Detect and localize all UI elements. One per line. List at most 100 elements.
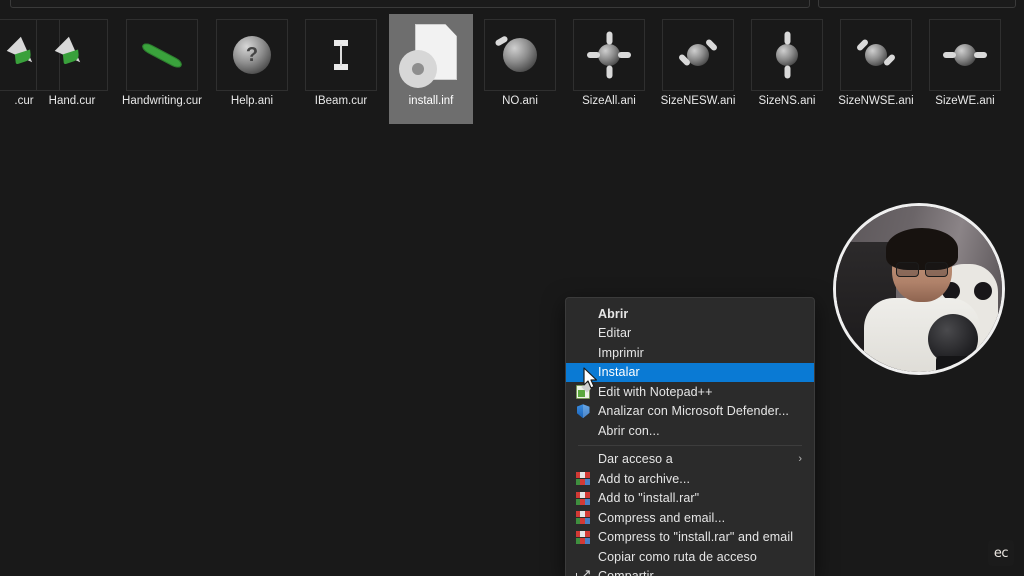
menu-item-label: Abrir bbox=[598, 306, 629, 321]
file-thumbnail bbox=[36, 19, 108, 91]
file-tile-handwriting-cur[interactable]: Handwriting.cur bbox=[120, 14, 204, 124]
menu-item-compress-to-install-rar-and-email[interactable]: Compress to "install.rar" and email bbox=[566, 528, 814, 548]
file-label: Help.ani bbox=[230, 95, 274, 107]
menu-item-icon bbox=[574, 423, 592, 439]
menu-item-icon bbox=[574, 306, 592, 322]
file-thumbnail bbox=[929, 19, 1001, 91]
menu-item-label: Copiar como ruta de acceso bbox=[598, 549, 757, 564]
menu-item-dar-acceso-a[interactable]: Dar acceso a › bbox=[566, 450, 814, 470]
explorer-address-bar[interactable] bbox=[10, 0, 810, 8]
file-label: SizeAll.ani bbox=[582, 95, 636, 107]
winrar-icon bbox=[576, 491, 590, 505]
file-thumbnail bbox=[126, 19, 198, 91]
setup-information-file-icon bbox=[403, 24, 459, 86]
webcam-person-glasses bbox=[896, 262, 948, 277]
file-tile-install-inf[interactable]: install.inf bbox=[389, 14, 473, 124]
file-tile-sizenwse-ani[interactable]: SizeNWSE.ani bbox=[834, 14, 918, 124]
file-label: SizeWE.ani bbox=[935, 95, 995, 107]
file-label: SizeNS.ani bbox=[758, 95, 816, 107]
menu-item-icon bbox=[574, 471, 592, 487]
file-label: IBeam.cur bbox=[314, 95, 368, 107]
file-label: Handwriting.cur bbox=[122, 95, 202, 107]
cursor-size-nesw-icon bbox=[677, 38, 719, 67]
file-label: Hand.cur bbox=[48, 95, 96, 107]
menu-item-icon bbox=[574, 529, 592, 545]
cursor-ibeam-icon bbox=[334, 40, 348, 70]
file-label: install.inf bbox=[408, 95, 454, 107]
file-tile-help-ani[interactable]: ? Help.ani bbox=[210, 14, 294, 124]
cursor-size-nwse-icon bbox=[855, 38, 897, 67]
menu-item-label: Add to "install.rar" bbox=[598, 491, 700, 506]
explorer-window-chrome bbox=[0, 0, 1024, 10]
menu-item-abrir-con[interactable]: Abrir con... bbox=[566, 421, 814, 441]
file-tile-no-ani[interactable]: NO.ani bbox=[478, 14, 562, 124]
menu-item-compress-and-email[interactable]: Compress and email... bbox=[566, 508, 814, 528]
menu-item-abrir[interactable]: Abrir bbox=[566, 304, 814, 324]
menu-item-label: Dar acceso a bbox=[598, 452, 673, 467]
menu-item-analizar-con-microsoft-defender[interactable]: Analizar con Microsoft Defender... bbox=[566, 402, 814, 422]
file-thumbnail bbox=[751, 19, 823, 91]
defender-icon bbox=[576, 404, 590, 419]
file-thumbnail bbox=[840, 19, 912, 91]
chevron-right-icon: › bbox=[798, 453, 802, 466]
file-thumbnail bbox=[662, 19, 734, 91]
menu-item-add-to-install-rar[interactable]: Add to "install.rar" bbox=[566, 489, 814, 509]
file-thumbnail bbox=[484, 19, 556, 91]
menu-item-label: Compress and email... bbox=[598, 510, 726, 525]
menu-item-editar[interactable]: Editar bbox=[566, 324, 814, 344]
menu-separator bbox=[578, 444, 802, 446]
desktop-screen: .cur Hand.cur Handwriting.cur? Help.ani IBea… bbox=[0, 0, 1024, 576]
file-label: SizeNESW.ani bbox=[660, 95, 736, 107]
file-tile-hand-cur[interactable]: Hand.cur bbox=[30, 14, 114, 124]
file-context-menu[interactable]: Abrir Editar Imprimir Instalar Edit with Not… bbox=[565, 297, 815, 576]
menu-item-add-to-archive[interactable]: Add to archive... bbox=[566, 469, 814, 489]
menu-item-label: Compress to "install.rar" and email bbox=[598, 530, 794, 545]
winrar-icon bbox=[576, 530, 590, 544]
menu-item-instalar[interactable]: Instalar bbox=[566, 362, 814, 382]
menu-item-label: Add to archive... bbox=[598, 471, 691, 486]
menu-item-icon bbox=[574, 451, 592, 467]
file-label: SizeNWSE.ani bbox=[838, 95, 914, 107]
file-tile-sizewe-ani[interactable]: SizeWE.ani bbox=[923, 14, 1007, 124]
menu-item-label: Compartir bbox=[598, 569, 654, 576]
file-tile-ibeam-cur[interactable]: IBeam.cur bbox=[299, 14, 383, 124]
cursor-pencil-icon bbox=[140, 40, 184, 70]
menu-item-icon bbox=[574, 549, 592, 565]
menu-item-icon bbox=[574, 403, 592, 419]
menu-item-icon bbox=[574, 364, 592, 380]
menu-item-label: Edit with Notepad++ bbox=[598, 384, 713, 399]
menu-item-icon bbox=[574, 490, 592, 506]
file-thumbnail: ? bbox=[216, 19, 288, 91]
explorer-file-list: .cur Hand.cur Handwriting.cur? Help.ani IBea… bbox=[0, 14, 1024, 126]
file-tile-sizens-ani[interactable]: SizeNS.ani bbox=[745, 14, 829, 124]
menu-item-label: Editar bbox=[598, 326, 632, 341]
file-thumbnail bbox=[305, 19, 377, 91]
cursor-arrow-green-icon bbox=[55, 38, 89, 72]
menu-item-label: Instalar bbox=[598, 365, 640, 380]
menu-item-compartir[interactable]: Compartir bbox=[566, 567, 814, 576]
menu-item-edit-with-notepad[interactable]: Edit with Notepad++ bbox=[566, 382, 814, 402]
explorer-search-box[interactable] bbox=[818, 0, 1016, 8]
menu-item-imprimir[interactable]: Imprimir bbox=[566, 343, 814, 363]
channel-watermark: ec bbox=[988, 540, 1014, 566]
webcam-microphone-base bbox=[936, 356, 970, 372]
file-tile-sizeall-ani[interactable]: SizeAll.ani bbox=[567, 14, 651, 124]
cursor-busy-icon bbox=[494, 35, 537, 72]
menu-item-copiar-como-ruta-de-acceso[interactable]: Copiar como ruta de acceso bbox=[566, 547, 814, 567]
cursor-size-ns-icon bbox=[776, 31, 798, 79]
file-thumbnail bbox=[395, 19, 467, 91]
notepadpp-icon bbox=[576, 384, 590, 399]
menu-item-icon bbox=[574, 345, 592, 361]
winrar-icon bbox=[576, 511, 590, 525]
file-tile-sizenesw-ani[interactable]: SizeNESW.ani bbox=[656, 14, 740, 124]
menu-item-label: Analizar con Microsoft Defender... bbox=[598, 404, 789, 419]
share-icon bbox=[575, 567, 591, 576]
menu-item-label: Imprimir bbox=[598, 345, 644, 360]
file-thumbnail bbox=[573, 19, 645, 91]
menu-item-icon bbox=[574, 325, 592, 341]
cursor-help-icon: ? bbox=[233, 36, 271, 74]
winrar-icon bbox=[576, 472, 590, 486]
menu-item-icon bbox=[574, 567, 592, 576]
file-label: NO.ani bbox=[502, 95, 538, 107]
webcam-overlay bbox=[833, 203, 1005, 375]
